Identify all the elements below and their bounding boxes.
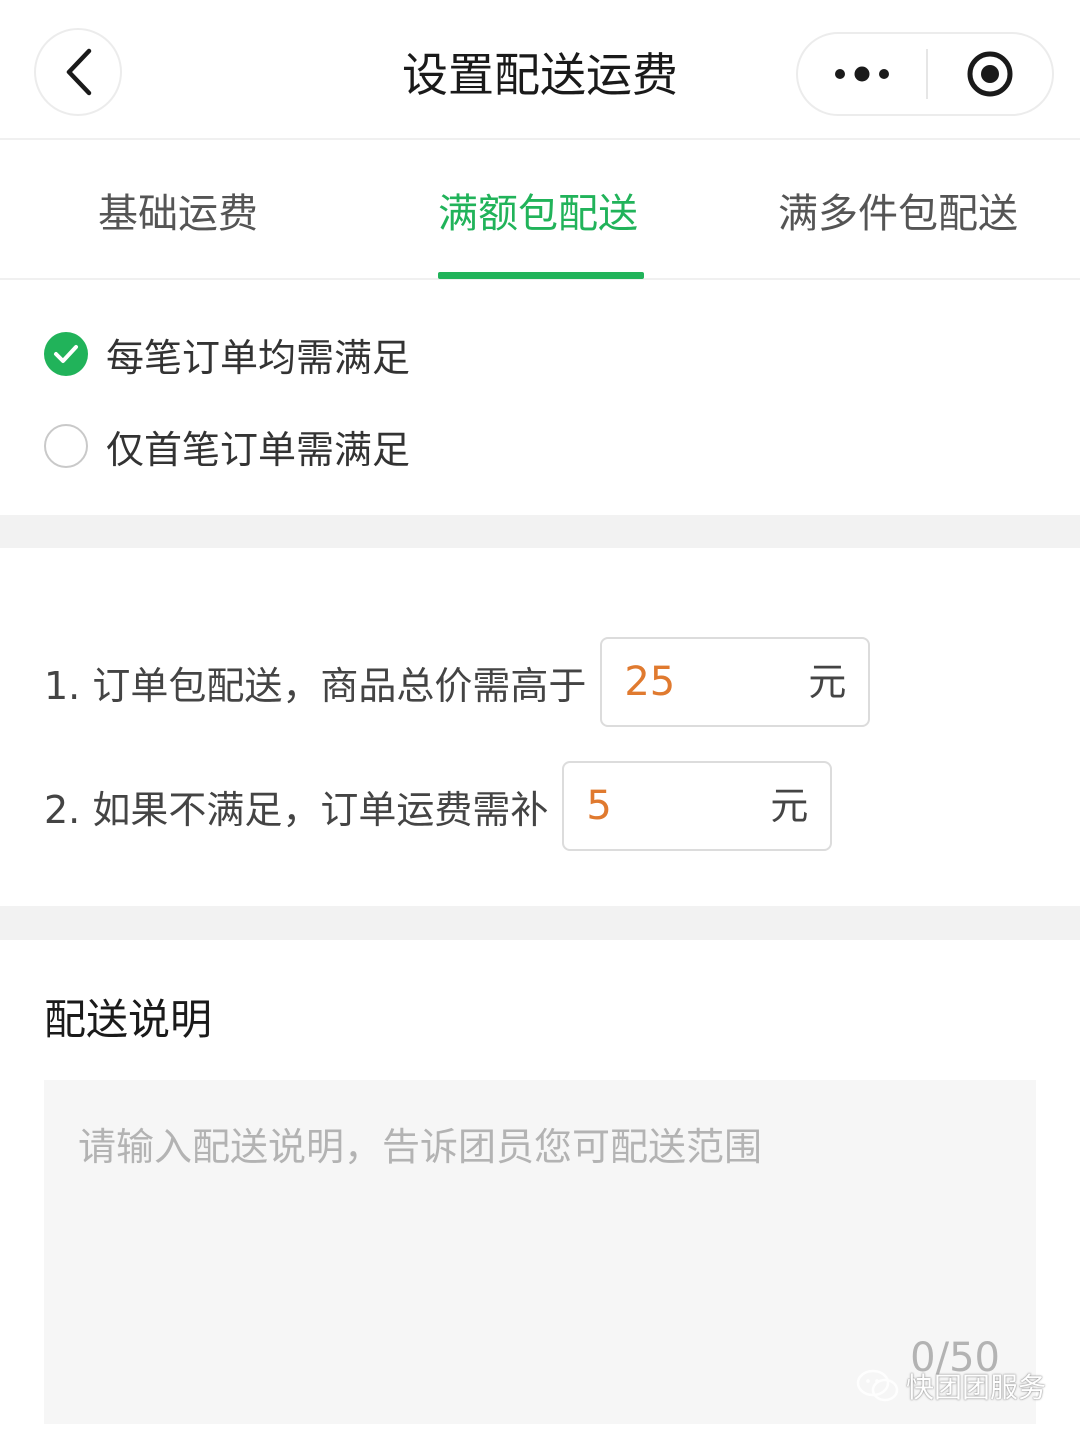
tab-free-shipping-over-amount[interactable]: 满额包配送 — [438, 186, 638, 242]
tab-basic-shipping[interactable]: 基础运费 — [98, 186, 258, 242]
threshold-rule-label: 1. 订单包配送，商品总价需高于 — [44, 663, 587, 708]
close-mini-program-button[interactable] — [928, 34, 1052, 114]
navigation-bar: 设置配送运费 — [0, 0, 1080, 140]
radio-label: 仅首笔订单需满足 — [106, 427, 411, 472]
surcharge-rule-row: 2. 如果不满足，订单运费需补 5 元 — [44, 761, 833, 851]
active-tab-indicator — [438, 272, 644, 279]
target-close-icon — [967, 51, 1013, 97]
more-button[interactable] — [798, 34, 926, 114]
tab-free-shipping-over-quantity[interactable]: 满多件包配送 — [778, 186, 1018, 242]
currency-unit: 元 — [770, 784, 809, 828]
radio-option-every-order[interactable]: 每笔订单均需满足 — [44, 324, 410, 384]
watermark: 快团团服务 — [856, 1364, 1046, 1408]
mini-program-capsule — [796, 32, 1054, 116]
surcharge-amount-value: 5 — [586, 783, 612, 829]
delivery-description-title: 配送说明 — [44, 995, 213, 1044]
textarea-placeholder: 请输入配送说明，告诉团员您可配送范围 — [78, 1125, 763, 1169]
surcharge-rule-label: 2. 如果不满足，订单运费需补 — [44, 787, 549, 832]
shipping-mode-tabs: 基础运费 满额包配送 满多件包配送 — [0, 142, 1080, 280]
currency-unit: 元 — [808, 660, 847, 704]
radio-checked-icon[interactable] — [44, 332, 88, 376]
radio-unchecked-icon[interactable] — [44, 424, 88, 468]
section-divider — [0, 515, 1080, 548]
radio-label: 每笔订单均需满足 — [106, 335, 411, 380]
threshold-amount-input[interactable]: 25 元 — [600, 637, 871, 727]
more-dots-icon — [835, 66, 889, 82]
watermark-text: 快团团服务 — [906, 1371, 1047, 1404]
section-divider — [0, 906, 1080, 940]
surcharge-amount-input[interactable]: 5 元 — [562, 761, 833, 851]
threshold-rule-row: 1. 订单包配送，商品总价需高于 25 元 — [44, 637, 871, 727]
threshold-amount-value: 25 — [624, 659, 676, 705]
check-icon — [54, 345, 78, 363]
radio-option-first-order[interactable]: 仅首笔订单需满足 — [44, 416, 410, 476]
wechat-icon — [856, 1369, 899, 1402]
